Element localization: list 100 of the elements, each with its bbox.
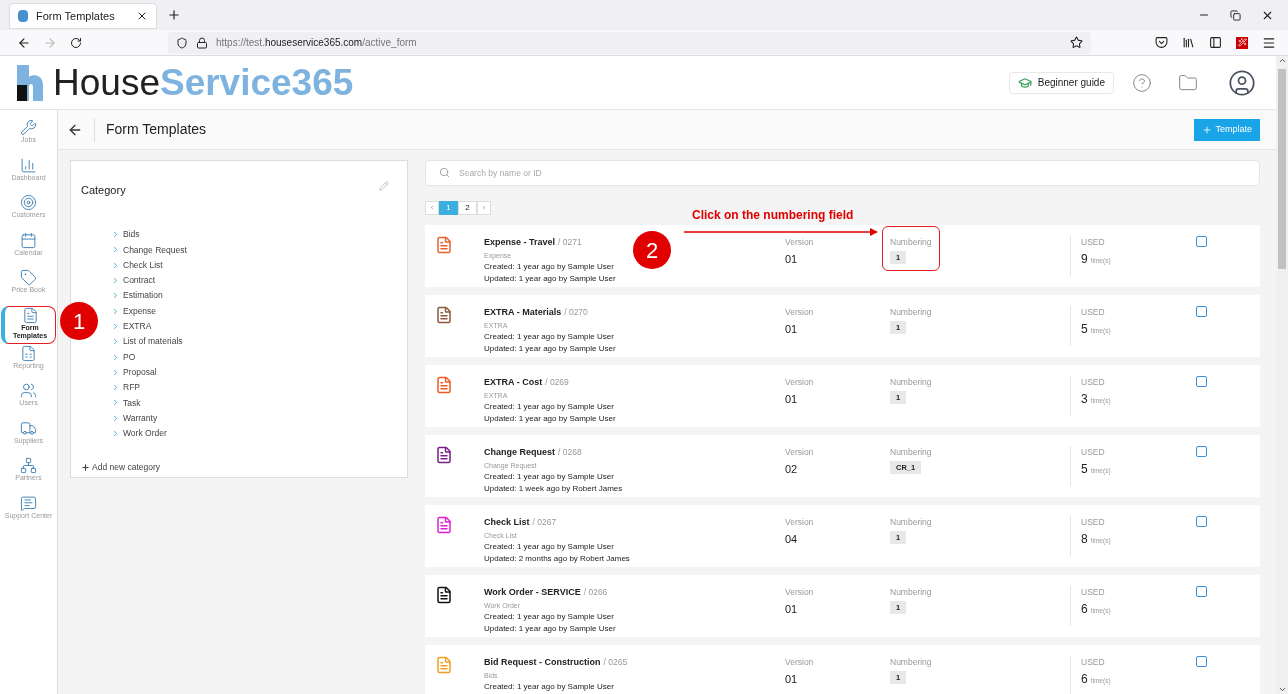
used-count: 5 xyxy=(1081,460,1088,478)
used-label: USED xyxy=(1081,236,1106,249)
updated-text: Updated: 1 year ago by Sample User xyxy=(484,412,616,425)
template-id: / 0265 xyxy=(603,656,628,669)
category-item[interactable]: Check List xyxy=(111,257,407,273)
category-item[interactable]: Work Order xyxy=(111,425,407,442)
beginner-guide-button[interactable]: Beginner guide xyxy=(1008,71,1114,94)
version-value: 01 xyxy=(785,671,799,687)
numbering-label: Numbering xyxy=(890,446,932,459)
category-item[interactable]: Change Request xyxy=(111,242,407,258)
category-item[interactable]: Estimation xyxy=(111,288,407,304)
new-tab-icon[interactable] xyxy=(167,8,181,22)
close-icon[interactable] xyxy=(136,10,148,22)
checkbox[interactable] xyxy=(1196,656,1207,667)
template-title[interactable]: Check List xyxy=(484,516,530,530)
category-item[interactable]: Expense xyxy=(111,303,407,319)
category-item[interactable]: EXTRA xyxy=(111,318,407,335)
spreadsheet-icon xyxy=(20,344,37,362)
address-bar[interactable]: https://test.houseservice365.com/active_form xyxy=(168,31,1091,54)
menu-icon[interactable] xyxy=(1262,35,1276,50)
version-label: Version xyxy=(785,586,815,599)
page-title: Form Templates xyxy=(106,120,207,139)
folder-icon[interactable] xyxy=(1178,72,1198,93)
used-count: 3 xyxy=(1081,390,1088,408)
category-item[interactable]: Warranty xyxy=(111,410,407,426)
bar-chart-icon xyxy=(20,156,37,174)
back-icon[interactable] xyxy=(17,35,31,50)
category-item[interactable]: List of materials xyxy=(111,334,407,350)
checkbox[interactable] xyxy=(1196,306,1207,317)
version-label: Version xyxy=(785,516,815,529)
checkbox[interactable] xyxy=(1196,446,1207,457)
numbering-label: Numbering xyxy=(890,306,932,319)
version-label: Version xyxy=(785,446,815,459)
template-id: / 0271 xyxy=(558,236,582,249)
version-label: Version xyxy=(785,306,815,319)
avatar-icon[interactable] xyxy=(1228,68,1256,97)
version-label: Version xyxy=(785,656,815,669)
used-label: USED xyxy=(1081,516,1106,529)
page-button[interactable]: 2 xyxy=(458,201,477,215)
used-label: USED xyxy=(1081,446,1106,459)
scroll-down-icon[interactable] xyxy=(1277,685,1287,694)
updated-text: Updated: 1 week ago by Robert James xyxy=(484,482,623,495)
logo-text: HouseService365 xyxy=(53,64,354,101)
checkbox[interactable] xyxy=(1196,516,1207,527)
library-icon[interactable] xyxy=(1182,36,1195,49)
scroll-thumb[interactable] xyxy=(1278,69,1286,269)
checkbox[interactable] xyxy=(1196,236,1207,247)
created-text: Created: 1 year ago by Sample User xyxy=(484,540,614,553)
category-item[interactable]: Contract xyxy=(111,272,407,289)
tools-icon xyxy=(20,119,37,136)
add-category-link[interactable]: Add new category xyxy=(81,461,161,474)
category-item[interactable]: PO xyxy=(111,349,407,365)
category-item[interactable]: RFP xyxy=(111,379,407,396)
category-item[interactable]: Proposal xyxy=(111,364,407,380)
version-label: Version xyxy=(785,236,815,249)
numbering-label: Numbering xyxy=(890,656,932,669)
reload-icon[interactable] xyxy=(70,36,82,49)
used-count: 6 xyxy=(1081,670,1088,688)
callout-text: Click on the numbering field xyxy=(692,208,854,222)
used-label: USED xyxy=(1081,586,1106,599)
truck-icon xyxy=(20,419,37,437)
created-text: Created: 1 year ago by Sample User xyxy=(484,400,614,413)
checkbox[interactable] xyxy=(1196,586,1207,597)
used-count: 6 xyxy=(1081,600,1088,618)
extension-icon[interactable] xyxy=(1236,36,1248,49)
tab-title: Form Templates xyxy=(36,8,116,24)
template-title[interactable]: EXTRA - Cost xyxy=(484,376,543,390)
used-label: USED xyxy=(1081,656,1106,669)
created-text: Created: 1 year ago by Sample User xyxy=(484,680,614,693)
version-value: 01 xyxy=(785,251,799,267)
browser-tab[interactable]: Form Templates xyxy=(9,3,157,29)
close-icon[interactable] xyxy=(1261,9,1274,22)
document-icon xyxy=(21,306,39,324)
template-title[interactable]: Work Order - SERVICE xyxy=(484,586,581,600)
template-title[interactable]: Expense - Travel xyxy=(484,236,556,250)
pocket-icon[interactable] xyxy=(1155,36,1168,49)
search-field[interactable]: Search by name or ID xyxy=(425,160,1260,186)
graduation-cap-icon xyxy=(1017,75,1032,90)
restore-icon[interactable] xyxy=(1230,10,1241,21)
created-text: Created: 1 year ago by Sample User xyxy=(484,260,614,273)
lock-icon xyxy=(196,36,208,49)
scrollbar[interactable] xyxy=(1276,56,1288,694)
template-title[interactable]: EXTRA - Materials xyxy=(484,306,562,320)
version-label: Version xyxy=(785,376,815,389)
numbering-label: Numbering xyxy=(890,236,932,249)
category-item[interactable]: Bids xyxy=(111,227,407,243)
sidebar-icon[interactable] xyxy=(1209,36,1222,49)
created-text: Created: 1 year ago by Sample User xyxy=(484,610,614,623)
template-title[interactable]: Bid Request - Construction xyxy=(484,656,601,670)
checkbox[interactable] xyxy=(1196,376,1207,387)
template-id: / 0266 xyxy=(583,586,608,599)
used-label: USED xyxy=(1081,376,1106,389)
template-title[interactable]: Change Request xyxy=(484,446,555,460)
target-icon xyxy=(20,194,37,212)
price-tag-icon xyxy=(20,269,37,287)
category-item[interactable]: Task xyxy=(111,395,407,411)
template-id: / 0267 xyxy=(532,516,557,529)
star-icon[interactable] xyxy=(1070,36,1083,49)
created-text: Created: 1 year ago by Sample User xyxy=(484,470,614,483)
scroll-up-icon[interactable] xyxy=(1277,56,1287,65)
